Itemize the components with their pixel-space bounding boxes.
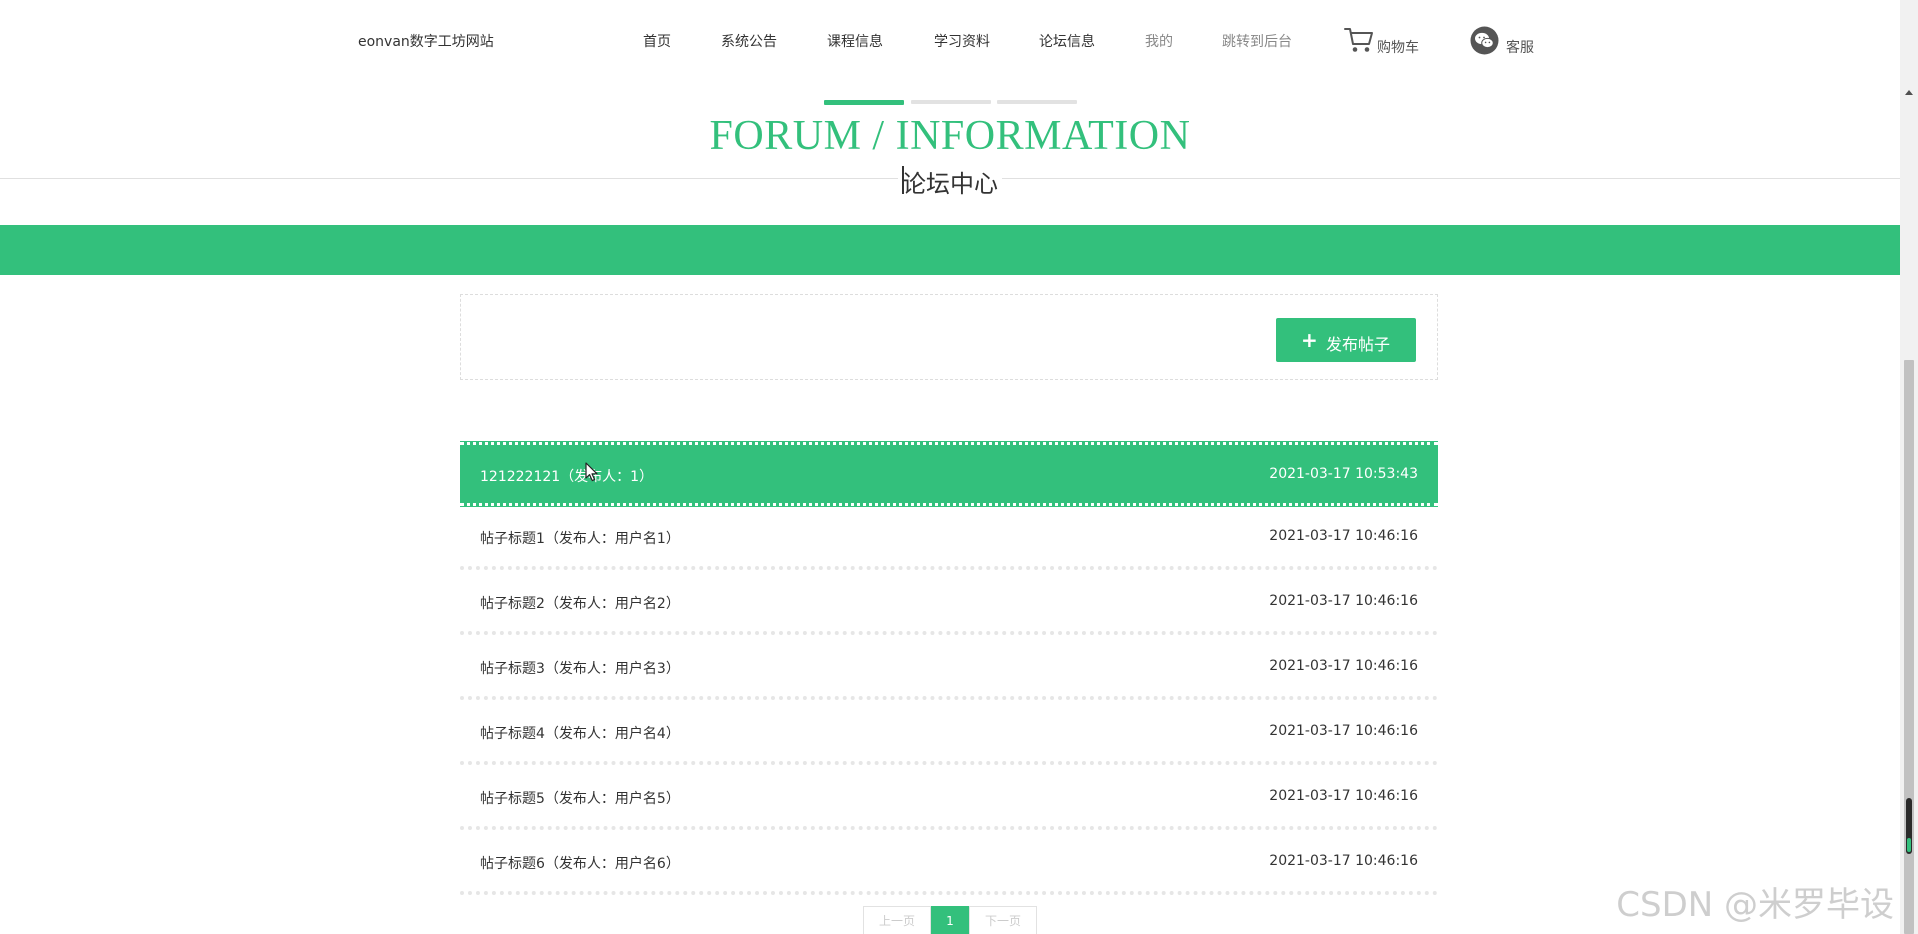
forum-post-row[interactable]: 帖子标题4（发布人：用户名4） 2021-03-17 10:46:16 <box>460 701 1438 765</box>
post-time: 2021-03-17 10:46:16 <box>1269 593 1418 609</box>
forum-post-row[interactable]: 帖子标题5（发布人：用户名5） 2021-03-17 10:46:16 <box>460 766 1438 830</box>
post-title[interactable]: 帖子标题1（发布人：用户名1） <box>480 528 680 548</box>
post-title[interactable]: 帖子标题2（发布人：用户名2） <box>480 593 680 613</box>
wechat-icon <box>1470 26 1499 55</box>
post-title[interactable]: 121222121（发布人：1） <box>480 466 653 486</box>
site-name[interactable]: eonvan数字工坊网站 <box>358 31 494 51</box>
scroll-up-arrow-icon[interactable] <box>1905 90 1913 95</box>
post-title[interactable]: 帖子标题6（发布人：用户名6） <box>480 853 680 873</box>
post-time: 2021-03-17 10:53:43 <box>1269 466 1418 482</box>
nav-item-mine[interactable]: 我的 <box>1145 31 1173 51</box>
shopping-cart-icon <box>1344 28 1373 52</box>
section-title-cn-container: 论坛中心 <box>0 164 1900 199</box>
title-bar <box>997 100 1077 104</box>
forum-post-row[interactable]: 121222121（发布人：1） 2021-03-17 10:53:43 <box>460 442 1438 506</box>
top-header: eonvan数字工坊网站 首页 系统公告 课程信息 学习资料 论坛信息 我的 跳… <box>0 0 1900 84</box>
publish-post-label: 发布帖子 <box>1326 335 1391 354</box>
nav-item-study[interactable]: 学习资料 <box>934 31 990 51</box>
forum-post-row[interactable]: 帖子标题2（发布人：用户名2） 2021-03-17 10:46:16 <box>460 571 1438 635</box>
nav-item-course[interactable]: 课程信息 <box>827 31 883 51</box>
forum-post-row[interactable]: 帖子标题3（发布人：用户名3） 2021-03-17 10:46:16 <box>460 636 1438 700</box>
section-title-cn: 论坛中心 <box>898 164 1002 199</box>
nav-item-forum[interactable]: 论坛信息 <box>1039 31 1095 51</box>
publish-post-button[interactable]: + 发布帖子 <box>1276 318 1416 362</box>
forum-page: eonvan数字工坊网站 首页 系统公告 课程信息 学习资料 论坛信息 我的 跳… <box>0 0 1900 934</box>
post-time: 2021-03-17 10:46:16 <box>1269 528 1418 544</box>
publish-toolbar: + 发布帖子 <box>460 294 1438 380</box>
title-bar-active <box>824 100 904 105</box>
post-time: 2021-03-17 10:46:16 <box>1269 853 1418 869</box>
vertical-scrollbar[interactable] <box>1900 0 1918 934</box>
nav-item-home[interactable]: 首页 <box>643 31 671 51</box>
post-time: 2021-03-17 10:46:16 <box>1269 788 1418 804</box>
text-cursor <box>902 166 904 194</box>
mouse-cursor-icon <box>585 462 598 482</box>
post-title[interactable]: 帖子标题5（发布人：用户名5） <box>480 788 680 808</box>
plus-icon: + <box>1301 328 1318 352</box>
title-bar <box>911 100 991 104</box>
post-title[interactable]: 帖子标题4（发布人：用户名4） <box>480 723 680 743</box>
section-title-en: FORUM / INFORMATION <box>709 113 1191 159</box>
service-label: 客服 <box>1506 40 1534 56</box>
watermark: CSDN @米罗毕设 <box>1616 885 1894 925</box>
scroll-indicator-dot <box>1907 838 1911 852</box>
next-page-button[interactable]: 下一页 <box>969 906 1037 934</box>
forum-post-row[interactable]: 帖子标题1（发布人：用户名1） 2021-03-17 10:46:16 <box>460 506 1438 570</box>
current-page-button[interactable]: 1 <box>931 906 969 934</box>
post-time: 2021-03-17 10:46:16 <box>1269 658 1418 674</box>
nav-item-notice[interactable]: 系统公告 <box>721 31 777 51</box>
cart-label: 购物车 <box>1377 40 1419 56</box>
green-banner <box>0 225 1900 275</box>
forum-post-row[interactable]: 帖子标题6（发布人：用户名6） 2021-03-17 10:46:16 <box>460 831 1438 895</box>
post-title[interactable]: 帖子标题3（发布人：用户名3） <box>480 658 680 678</box>
nav-item-admin[interactable]: 跳转到后台 <box>1222 31 1292 51</box>
prev-page-button[interactable]: 上一页 <box>863 906 931 934</box>
post-time: 2021-03-17 10:46:16 <box>1269 723 1418 739</box>
title-decoration-bars <box>824 100 1078 106</box>
